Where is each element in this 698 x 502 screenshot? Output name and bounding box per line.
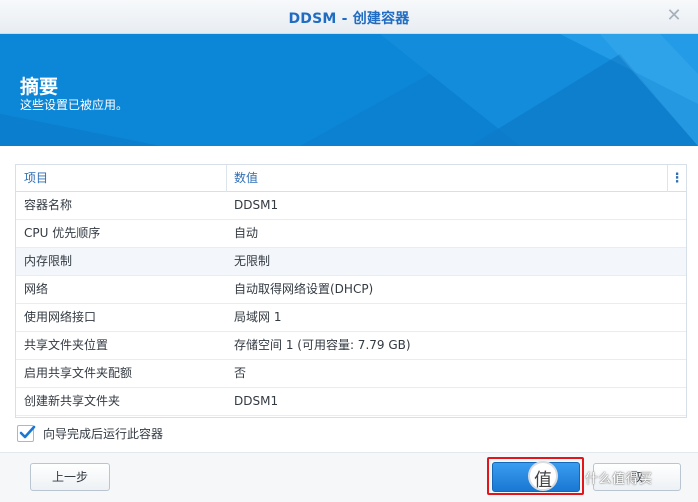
row-item: 内存限制 — [24, 254, 73, 268]
banner-title: 摘要 — [20, 76, 59, 98]
highlight-annotation — [487, 457, 584, 495]
row-value: 自动取得网络设置(DHCP) — [234, 282, 374, 296]
banner-pattern — [0, 34, 698, 146]
row-item: 共享文件夹位置 — [24, 338, 109, 352]
row-value: DDSM1 — [234, 198, 279, 212]
column-menu-icon[interactable]: ⋮ — [668, 165, 686, 192]
window-title: DDSM - 创建容器 — [288, 11, 410, 27]
row-value: 自动 — [234, 226, 259, 240]
row-item: 创建新共享文件夹 — [24, 394, 121, 408]
table-row: 启用共享文件夹配额 否 — [16, 360, 686, 388]
previous-step-button[interactable]: 上一步 — [30, 463, 110, 491]
row-item: 启用共享文件夹配额 — [24, 366, 133, 380]
watermark-text: 什么值得买 — [585, 472, 653, 487]
table-row: 共享文件夹位置 存储空间 1 (可用容量: 7.79 GB) — [16, 332, 686, 360]
table-row: 使用网络接口 局域网 1 — [16, 304, 686, 332]
table-row: 容器名称 DDSM1 — [16, 192, 686, 220]
summary-banner: 摘要 这些设置已被应用。 — [0, 34, 698, 146]
table-row: 创建新共享文件夹 DDSM1 — [16, 388, 686, 416]
window-titlebar: DDSM - 创建容器 ✕ — [0, 0, 698, 34]
run-after-wizard-label: 向导完成后运行此容器 — [43, 426, 164, 441]
row-value: DDSM1 — [234, 394, 279, 408]
run-after-wizard-option: 向导完成后运行此容器 — [17, 424, 163, 442]
run-after-wizard-checkbox[interactable] — [17, 424, 36, 442]
table-header: 项目 数值 ⋮ — [16, 165, 686, 192]
column-header-value[interactable]: 数值 — [234, 165, 258, 192]
row-item: 使用网络接口 — [24, 310, 97, 324]
table-row: 内存限制 无限制 — [16, 248, 686, 276]
column-divider — [226, 165, 227, 192]
row-item: CPU 优先顺序 — [24, 226, 101, 240]
column-header-item[interactable]: 项目 — [24, 165, 48, 192]
row-value: 无限制 — [234, 254, 271, 268]
summary-table: 项目 数值 ⋮ 容器名称 DDSM1 CPU 优先顺序 自动 内存限制 无限制 … — [15, 164, 687, 418]
table-row: 网络 自动取得网络设置(DHCP) — [16, 276, 686, 304]
checkmark-icon — [19, 425, 36, 438]
close-icon[interactable]: ✕ — [664, 6, 684, 26]
row-item: 容器名称 — [24, 198, 73, 212]
banner-subtitle: 这些设置已被应用。 — [20, 98, 129, 112]
row-value: 局域网 1 — [234, 310, 282, 324]
table-row: CPU 优先顺序 自动 — [16, 220, 686, 248]
row-value: 存储空间 1 (可用容量: 7.79 GB) — [234, 338, 411, 352]
row-value: 否 — [234, 366, 247, 380]
row-item: 网络 — [24, 282, 49, 296]
